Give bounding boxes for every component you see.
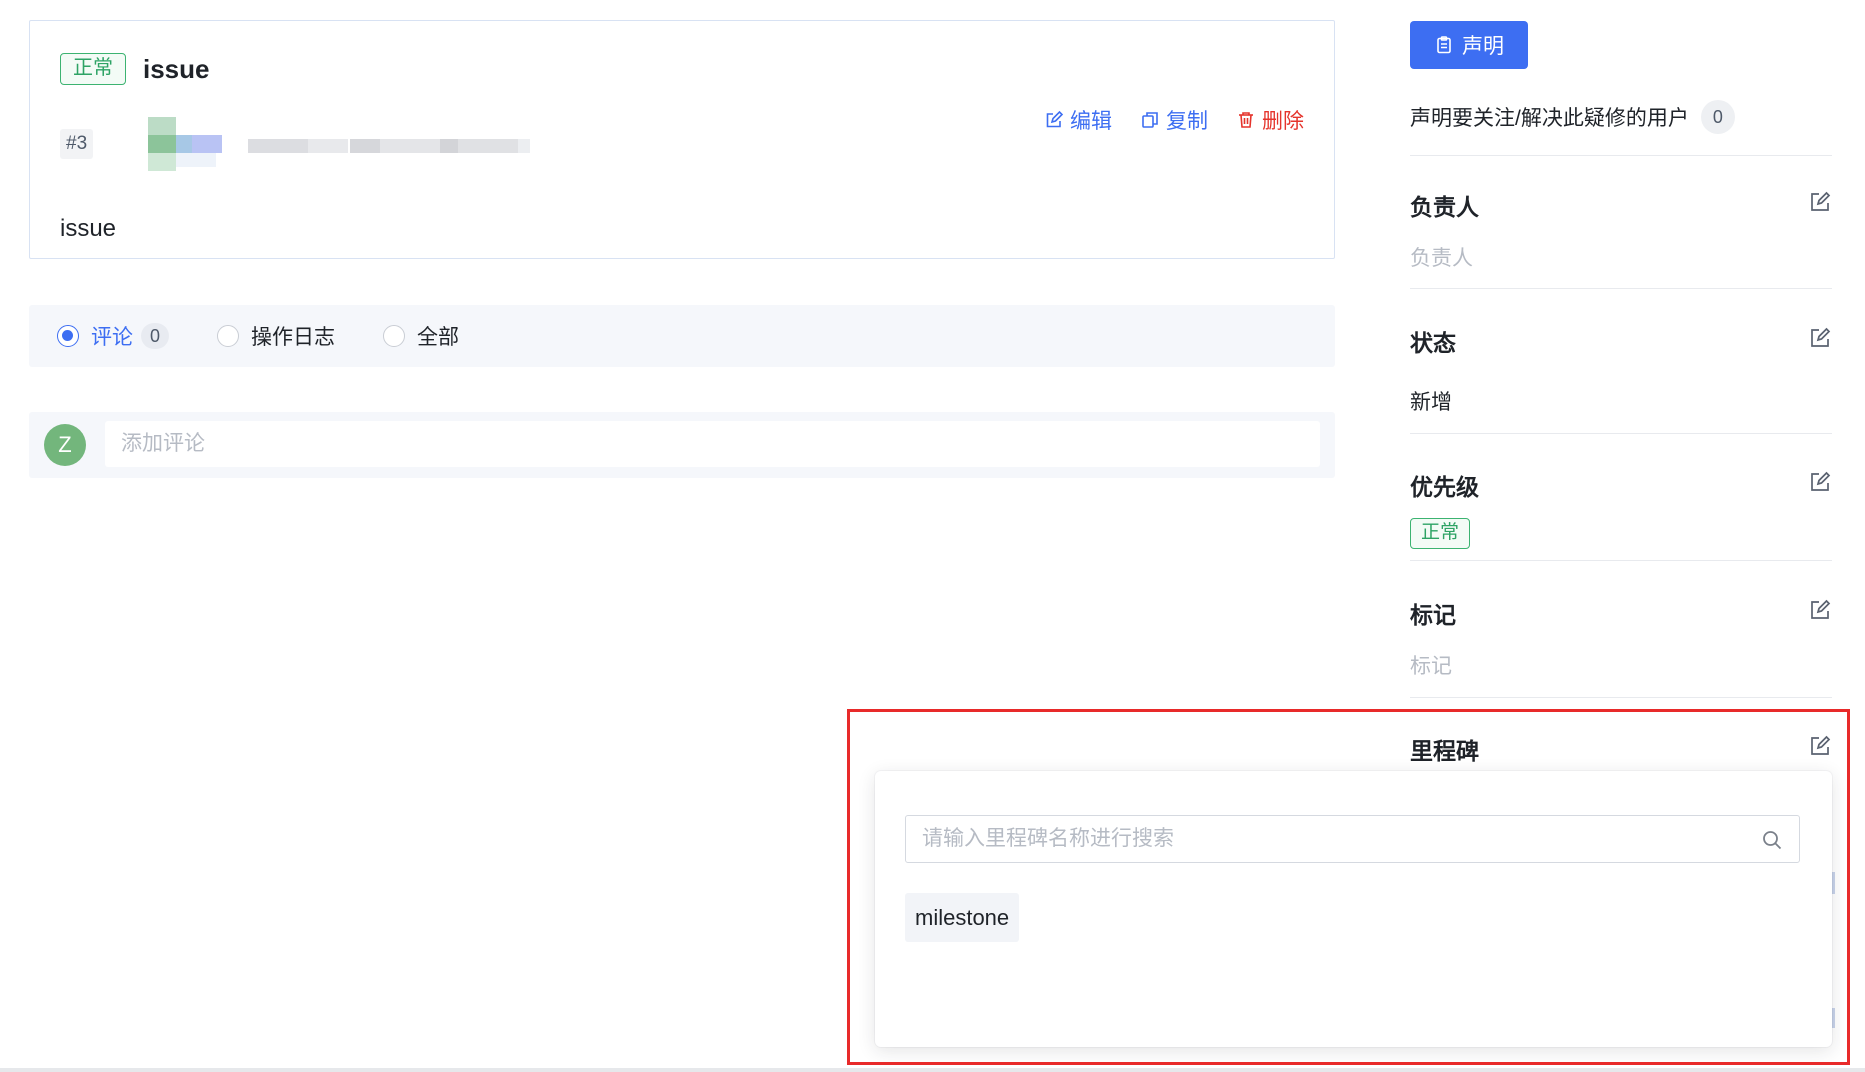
delete-label: 删除 — [1262, 110, 1304, 133]
milestone-option[interactable]: milestone — [905, 893, 1020, 942]
claim-button-label: 声明 — [1462, 35, 1504, 58]
background-peek — [1832, 872, 1835, 894]
edit-icon — [1046, 110, 1064, 128]
filter-logs-radio[interactable]: 操作日志 — [217, 321, 335, 351]
radio-checked-icon — [57, 325, 79, 347]
delete-icon — [1239, 112, 1253, 128]
sidebar-divider — [1410, 433, 1832, 434]
milestone-search-input[interactable] — [906, 816, 1799, 862]
comment-composer: Z — [29, 412, 1335, 478]
search-icon[interactable] — [1761, 829, 1783, 851]
claim-description: 声明要关注/解决此疑修的用户 0 — [1410, 100, 1735, 134]
radio-unchecked-icon — [217, 325, 239, 347]
filter-comments-label: 评论 — [91, 326, 133, 349]
assignee-title: 负责人 — [1410, 194, 1479, 220]
labels-title: 标记 — [1410, 602, 1456, 628]
page-bottom-border — [0, 1068, 1865, 1072]
claim-button[interactable]: 声明 — [1410, 21, 1528, 69]
delete-issue-button[interactable]: 删除 — [1236, 105, 1304, 135]
status-title: 状态 — [1410, 330, 1456, 356]
issue-detail-page: 正常 issue #3 编辑 复制 删除 issue 评论 0 操作日志 全部 … — [0, 0, 1865, 1072]
radio-unchecked-icon — [383, 325, 405, 347]
edit-status-icon[interactable] — [1808, 326, 1832, 350]
priority-tag: 正常 — [60, 53, 126, 85]
milestone-dropdown: milestone — [875, 771, 1832, 1047]
edit-labels-icon[interactable] — [1808, 598, 1832, 622]
clipboard-icon — [1437, 36, 1451, 54]
issue-description: issue — [60, 215, 117, 242]
comment-input[interactable] — [105, 421, 1320, 467]
sidebar-divider — [1410, 155, 1832, 156]
labels-value: 标记 — [1410, 655, 1452, 678]
assignee-value: 负责人 — [1410, 247, 1473, 270]
edit-milestone-icon[interactable] — [1808, 734, 1832, 758]
copy-issue-button[interactable]: 复制 — [1140, 105, 1208, 135]
filter-logs-label: 操作日志 — [251, 326, 335, 349]
sidebar-divider — [1410, 288, 1832, 289]
copy-label: 复制 — [1166, 110, 1208, 133]
priority-tag-sidebar: 正常 — [1410, 518, 1471, 549]
issue-actions: 编辑 复制 删除 — [1044, 105, 1304, 135]
edit-issue-button[interactable]: 编辑 — [1044, 105, 1112, 135]
filter-all-label: 全部 — [417, 326, 459, 349]
copy-icon — [1142, 112, 1158, 128]
status-value: 新增 — [1410, 391, 1452, 414]
background-peek — [1832, 1008, 1835, 1028]
issue-title: issue — [143, 54, 210, 84]
claim-count-badge: 0 — [1700, 100, 1735, 134]
sidebar-divider — [1410, 560, 1832, 561]
milestone-search-box — [905, 815, 1800, 863]
claim-description-text: 声明要关注/解决此疑修的用户 — [1410, 107, 1689, 130]
sidebar-divider — [1410, 697, 1832, 698]
issue-number: #3 — [60, 129, 94, 159]
milestone-title: 里程碑 — [1410, 738, 1479, 764]
edit-assignee-icon[interactable] — [1808, 190, 1832, 214]
blurred-author-info — [140, 117, 530, 171]
edit-priority-icon[interactable] — [1808, 470, 1832, 494]
filter-comments-radio[interactable]: 评论 0 — [57, 321, 169, 351]
filter-all-radio[interactable]: 全部 — [383, 321, 459, 351]
comment-count-badge: 0 — [141, 323, 169, 349]
edit-label: 编辑 — [1070, 110, 1112, 133]
issue-card: 正常 issue #3 编辑 复制 删除 issue — [29, 20, 1335, 259]
priority-title: 优先级 — [1410, 474, 1479, 500]
avatar: Z — [44, 424, 86, 466]
activity-filter: 评论 0 操作日志 全部 — [29, 305, 1335, 367]
